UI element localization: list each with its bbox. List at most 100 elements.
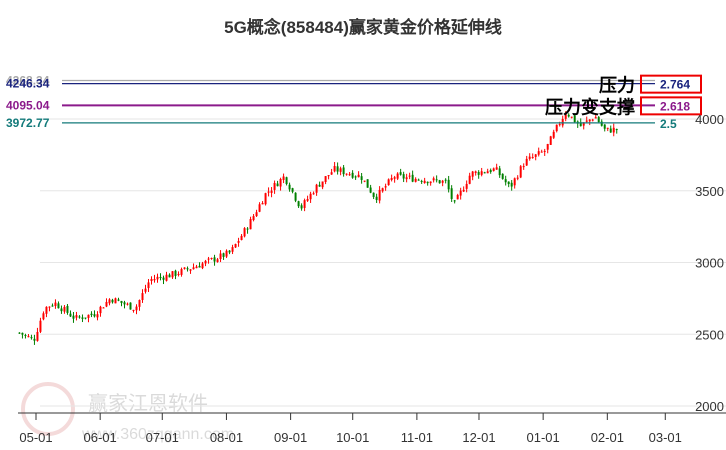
- candle-body: [204, 260, 207, 264]
- candle-body: [135, 306, 138, 311]
- candle-body: [339, 168, 342, 172]
- candle-body: [252, 216, 255, 221]
- candle-body: [279, 179, 282, 187]
- candle-body: [348, 174, 351, 176]
- candle-body: [264, 193, 267, 205]
- candle-body: [357, 174, 360, 178]
- candle-body: [600, 121, 603, 126]
- candle-body: [429, 181, 432, 184]
- x-tick-label: 02-01: [591, 430, 624, 445]
- candle-body: [255, 212, 258, 217]
- candle-body: [474, 171, 477, 173]
- candle-body: [117, 299, 120, 301]
- y-tick-label: 2000: [695, 399, 724, 414]
- level-price-label: 3972.77: [6, 116, 50, 130]
- candle-body: [144, 288, 147, 292]
- candle-body: [81, 317, 84, 319]
- watermark-logo: [21, 382, 75, 436]
- candle-body: [615, 129, 618, 131]
- level-ratio-label: 2.764: [660, 78, 690, 92]
- candle-body: [75, 315, 78, 318]
- candle-body: [477, 171, 480, 175]
- candle-body: [270, 190, 273, 193]
- candle-body: [267, 191, 270, 193]
- candle-body: [591, 119, 594, 121]
- candle-body: [561, 118, 564, 126]
- candle-body: [261, 203, 264, 205]
- candle-body: [216, 259, 219, 262]
- y-tick-label: 4000: [695, 112, 724, 127]
- candle-body: [405, 177, 408, 180]
- candle-body: [33, 338, 36, 341]
- candle-body: [450, 188, 453, 199]
- candle-body: [240, 235, 243, 241]
- candle-body: [87, 314, 90, 318]
- candle-body: [612, 127, 615, 133]
- candle-body: [480, 171, 483, 175]
- candle-body: [402, 174, 405, 179]
- y-tick-label: 2500: [695, 327, 724, 342]
- candle-body: [162, 277, 165, 280]
- candle-body: [501, 173, 504, 179]
- candle-body: [108, 299, 111, 304]
- candle-body: [48, 306, 51, 308]
- x-tick-label: 01-01: [527, 430, 560, 445]
- candle-body: [486, 171, 489, 174]
- x-tick-label: 12-01: [462, 430, 495, 445]
- candle-body: [132, 309, 135, 311]
- candle-body: [237, 241, 240, 243]
- candle-body: [534, 154, 537, 157]
- candle-body: [327, 175, 330, 177]
- candle-body: [456, 194, 459, 200]
- candle-body: [306, 199, 309, 201]
- candle-body: [423, 180, 426, 183]
- candle-body: [414, 178, 417, 182]
- candle-body: [468, 175, 471, 184]
- candle-body: [171, 271, 174, 278]
- candle-body: [168, 274, 171, 278]
- candle-body: [276, 183, 279, 187]
- candle-body: [453, 200, 456, 202]
- candle-body: [63, 306, 66, 312]
- candle-body: [441, 180, 444, 183]
- candle-body: [459, 190, 462, 196]
- candle-body: [510, 182, 513, 187]
- candle-body: [99, 306, 102, 314]
- candle-body: [330, 172, 333, 175]
- candle-body: [225, 250, 228, 257]
- candle-body: [42, 313, 45, 320]
- candle-body: [156, 276, 159, 280]
- candle-body: [399, 172, 402, 175]
- candle-body: [60, 308, 63, 312]
- candle-body: [324, 176, 327, 182]
- candle-body: [315, 184, 318, 193]
- candle-body: [525, 158, 528, 166]
- candle-body: [186, 268, 189, 270]
- candle-body: [606, 127, 609, 129]
- level-note: 压力变支撑: [545, 96, 635, 117]
- candle-body: [105, 301, 108, 307]
- candle-body: [114, 298, 117, 304]
- candle-body: [147, 282, 150, 289]
- candle-body: [126, 303, 129, 305]
- x-tick-label: 08-01: [210, 430, 243, 445]
- candle-body: [396, 173, 399, 179]
- candle-body: [243, 228, 246, 237]
- candle-body: [228, 250, 231, 253]
- level-price-label: 4095.04: [6, 98, 50, 112]
- candle-body: [366, 179, 369, 188]
- candle-body: [546, 144, 549, 150]
- candle-body: [354, 176, 357, 178]
- candle-body: [435, 179, 438, 181]
- candle-body: [495, 167, 498, 170]
- candle-body: [444, 179, 447, 181]
- candle-body: [411, 174, 414, 182]
- candle-body: [282, 176, 285, 181]
- candle-body: [111, 299, 114, 303]
- x-tick-label: 07-01: [146, 430, 179, 445]
- candle-body: [390, 178, 393, 180]
- candle-body: [492, 168, 495, 171]
- candle-body: [138, 300, 141, 307]
- candle-body: [174, 270, 177, 276]
- candle-body: [231, 247, 234, 252]
